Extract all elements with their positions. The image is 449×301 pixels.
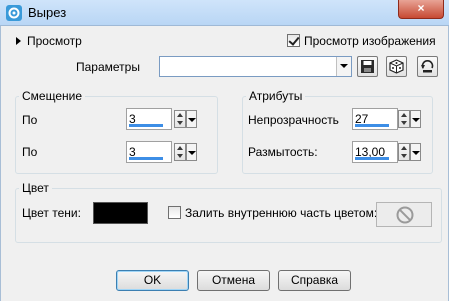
save-preset-button[interactable] — [357, 56, 378, 77]
reset-button[interactable] — [417, 56, 438, 77]
attributes-group — [242, 96, 433, 174]
parameters-label: Параметры — [76, 60, 140, 74]
opacity-slider[interactable] — [355, 124, 389, 127]
spin-down-icon[interactable] — [177, 154, 183, 158]
cancel-button[interactable]: Отмена — [197, 270, 270, 291]
opacity-spinner[interactable] — [398, 110, 410, 128]
fill-color-button — [376, 202, 432, 227]
vertical-offset-input[interactable]: 3 — [126, 141, 172, 163]
horizontal-offset-label: По — [22, 113, 38, 127]
blur-dropdown[interactable] — [410, 143, 421, 161]
blur-label: Размытость: — [248, 145, 318, 159]
chevron-down-icon — [412, 151, 420, 155]
vertical-offset-label: По — [22, 145, 38, 159]
chevron-down-icon — [188, 151, 196, 155]
close-button[interactable]: × — [398, 0, 444, 19]
horizontal-offset-dropdown[interactable] — [186, 110, 197, 128]
randomize-button[interactable] — [386, 56, 407, 77]
image-preview-label: Просмотр изображения — [304, 34, 436, 48]
offset-group-title: Смещение — [19, 89, 86, 103]
close-icon: × — [417, 1, 425, 15]
preview-toggle-label: Просмотр — [27, 34, 82, 48]
image-preview-option[interactable]: Просмотр изображения — [287, 34, 436, 48]
window-title: Вырез — [28, 5, 67, 20]
vertical-offset-spinner[interactable] — [174, 143, 186, 161]
horizontal-offset-spinner[interactable] — [174, 110, 186, 128]
preset-select[interactable] — [159, 56, 352, 77]
reset-icon — [421, 60, 434, 73]
expand-triangle-icon — [16, 37, 21, 45]
vertical-offset-slider[interactable] — [129, 157, 163, 160]
spin-down-icon[interactable] — [401, 121, 407, 125]
shadow-color-swatch[interactable] — [93, 202, 148, 224]
color-group-title: Цвет — [19, 181, 52, 195]
help-button[interactable]: Справка — [278, 270, 351, 291]
chevron-down-icon — [412, 118, 420, 122]
save-preset-icon — [361, 60, 374, 73]
vertical-offset-dropdown[interactable] — [186, 143, 197, 161]
chevron-down-icon — [340, 64, 348, 68]
fill-inside-label: Залить внутреннюю часть цветом: — [185, 206, 378, 220]
opacity-input[interactable]: 27 — [352, 108, 398, 130]
fill-inside-option[interactable]: Залить внутреннюю часть цветом: — [168, 206, 377, 220]
attributes-group-title: Атрибуты — [246, 89, 306, 103]
image-preview-checkbox[interactable] — [287, 34, 300, 47]
spin-up-icon[interactable] — [401, 113, 407, 117]
spin-up-icon[interactable] — [177, 113, 183, 117]
no-color-icon — [396, 206, 414, 224]
spin-down-icon[interactable] — [401, 154, 407, 158]
chevron-down-icon — [188, 118, 196, 122]
corel-app-icon — [6, 5, 22, 21]
fill-inside-checkbox[interactable] — [168, 206, 181, 219]
horizontal-offset-slider[interactable] — [129, 124, 163, 127]
blur-input[interactable]: 13,00 — [352, 141, 398, 163]
shadow-color-label: Цвет тени: — [22, 206, 81, 220]
title-bar[interactable]: Вырез × — [0, 0, 449, 26]
spin-up-icon[interactable] — [177, 146, 183, 150]
opacity-dropdown[interactable] — [410, 110, 421, 128]
preview-toggle[interactable]: Просмотр — [16, 34, 82, 48]
opacity-label: Непрозрачность — [248, 113, 339, 127]
randomize-dice-icon — [389, 59, 404, 74]
ok-button[interactable]: OK — [116, 270, 189, 291]
spin-down-icon[interactable] — [177, 121, 183, 125]
horizontal-offset-input[interactable]: 3 — [126, 108, 172, 130]
offset-group — [15, 96, 218, 174]
dialog-window: Вырез × Просмотр Просмотр изображения Па… — [0, 0, 449, 301]
blur-spinner[interactable] — [398, 143, 410, 161]
spin-up-icon[interactable] — [401, 146, 407, 150]
preset-dropdown-button[interactable] — [336, 57, 351, 76]
blur-slider[interactable] — [355, 157, 389, 160]
